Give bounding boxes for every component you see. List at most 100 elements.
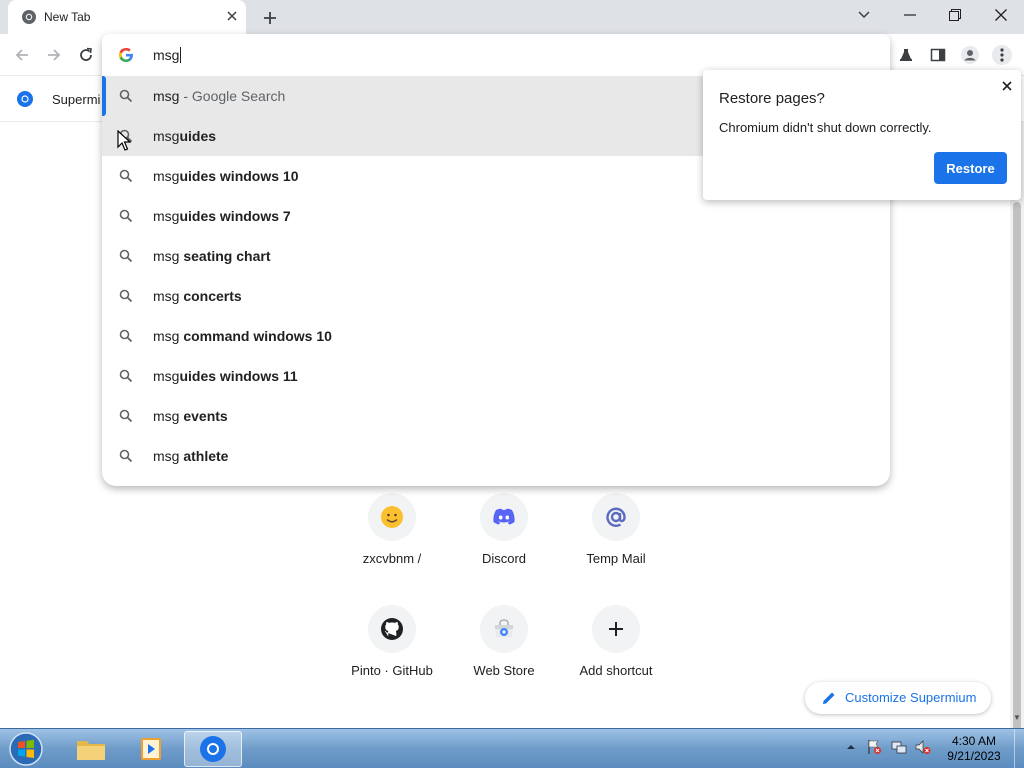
shortcut-web-store[interactable]: Web Store (448, 605, 560, 717)
close-window-button[interactable] (986, 3, 1016, 27)
search-icon (119, 89, 133, 103)
suggestion-item[interactable]: msguides windows 11 (102, 356, 890, 396)
tab-search-icon[interactable] (849, 3, 879, 27)
plus-icon (592, 605, 640, 653)
suggestion-item[interactable]: msguides windows 7 (102, 196, 890, 236)
shortcut-zxcvbnm[interactable]: zxcvbnm / (336, 493, 448, 605)
supermium-icon (200, 736, 226, 762)
profile-icon[interactable] (958, 43, 982, 67)
search-icon (119, 369, 133, 383)
shortcut-label: Pinto · GitHub (351, 663, 433, 678)
customize-label: Customize Supermium (845, 690, 977, 705)
shortcut-label: Discord (481, 551, 527, 566)
scroll-down-arrow-icon[interactable]: ▼ (1013, 712, 1021, 722)
suggestion-prefix: msg (153, 88, 180, 104)
network-icon[interactable] (891, 739, 907, 755)
suggestion-prefix: msg (153, 328, 184, 344)
menu-icon[interactable] (990, 43, 1014, 67)
dialog-message: Chromium didn't shut down correctly. (719, 120, 932, 135)
web-store-icon (480, 605, 528, 653)
folder-icon (77, 741, 105, 760)
google-icon (119, 48, 133, 62)
suggestion-prefix: msg (153, 128, 180, 144)
search-icon (119, 209, 133, 223)
reload-button[interactable] (74, 43, 98, 67)
taskbar-explorer[interactable] (62, 731, 120, 767)
forward-button[interactable] (42, 43, 66, 67)
side-panel-icon[interactable] (926, 43, 950, 67)
customize-button[interactable]: Customize Supermium (805, 682, 991, 714)
suggestion-completion: uides windows 10 (179, 168, 299, 184)
search-icon (119, 409, 133, 423)
new-tab-button[interactable] (258, 6, 282, 30)
pencil-icon (823, 692, 835, 704)
text-caret (180, 47, 182, 63)
taskbar-clock[interactable]: 4:30 AM 9/21/2023 (944, 734, 1004, 764)
taskbar-browser[interactable] (184, 731, 242, 767)
suggestion-item[interactable]: msg concerts (102, 276, 890, 316)
shortcut-discord[interactable]: Discord (448, 493, 560, 605)
tab-title: New Tab (44, 10, 91, 24)
minimize-button[interactable] (895, 3, 925, 27)
show-desktop-button[interactable] (1014, 729, 1024, 768)
search-icon (119, 169, 133, 183)
suggestion-prefix: msg (153, 368, 180, 384)
clock-time: 4:30 AM (951, 734, 997, 748)
search-icon (119, 249, 133, 263)
taskbar: 4:30 AM 9/21/2023 (0, 728, 1024, 768)
tab-close-icon[interactable] (224, 8, 240, 24)
suggestion-item[interactable]: msg command windows 10 (102, 316, 890, 356)
suggestion-item[interactable]: msg seating chart (102, 236, 890, 276)
bookmark-supermium[interactable]: Supermi (16, 90, 100, 108)
suggestion-completion: uides windows 7 (179, 208, 291, 224)
suggestion-prefix: msg (153, 448, 184, 464)
suggestion-completion: events (183, 408, 228, 424)
bookmark-label: Supermi (52, 91, 101, 107)
media-player-icon (141, 738, 161, 760)
show-hidden-icons-icon[interactable] (843, 739, 859, 755)
suggestion-description: - Google Search (179, 88, 286, 104)
omnibox-text: msg (153, 47, 180, 63)
github-icon (368, 605, 416, 653)
extensions-icon[interactable] (894, 43, 918, 67)
shortcut-label: Web Store (473, 663, 535, 678)
suggestion-item[interactable]: msg athlete (102, 436, 890, 476)
tab-new-tab[interactable]: New Tab (8, 0, 246, 34)
suggestion-completion: uides windows 11 (179, 368, 298, 384)
suggestion-completion: seating chart (183, 248, 271, 264)
clock-date: 9/21/2023 (947, 749, 1001, 763)
close-icon[interactable] (999, 78, 1015, 94)
shortcut-pinto-github[interactable]: Pinto · GitHub (336, 605, 448, 717)
back-button[interactable] (10, 43, 34, 67)
search-icon (119, 329, 133, 343)
dialog-title: Restore pages? (719, 90, 825, 107)
shortcut-label: Temp Mail (586, 551, 646, 566)
suggestion-completion: command windows 10 (183, 328, 332, 344)
restore-button[interactable]: Restore (934, 152, 1007, 184)
suggestion-item[interactable]: msg events (102, 396, 890, 436)
smiley-icon (368, 493, 416, 541)
at-sign-icon (592, 493, 640, 541)
scrollbar-thumb[interactable] (1013, 202, 1021, 732)
start-button[interactable] (6, 731, 46, 767)
volume-muted-icon[interactable] (915, 739, 931, 755)
suggestion-prefix: msg (153, 408, 184, 424)
selection-marker (102, 76, 106, 116)
suggestion-prefix: msg (153, 288, 184, 304)
action-center-icon[interactable] (866, 739, 882, 755)
shortcut-label: zxcvbnm / (362, 551, 422, 566)
restore-window-button[interactable] (940, 3, 970, 27)
taskbar-media-player[interactable] (122, 731, 180, 767)
shortcut-temp-mail[interactable]: Temp Mail (560, 493, 672, 605)
tab-strip: New Tab (0, 0, 1024, 34)
restore-pages-dialog: Restore pages? Chromium didn't shut down… (703, 70, 1021, 200)
shortcut-label: Add shortcut (579, 663, 653, 678)
add-shortcut-button[interactable]: Add shortcut (560, 605, 672, 717)
suggestion-completion: concerts (183, 288, 242, 304)
search-icon (119, 449, 133, 463)
page-scrollbar[interactable]: ▼ (1010, 122, 1024, 732)
search-icon (119, 289, 133, 303)
suggestion-completion: athlete (183, 448, 229, 464)
windows-logo-icon (9, 732, 43, 766)
supermium-icon (17, 91, 33, 107)
